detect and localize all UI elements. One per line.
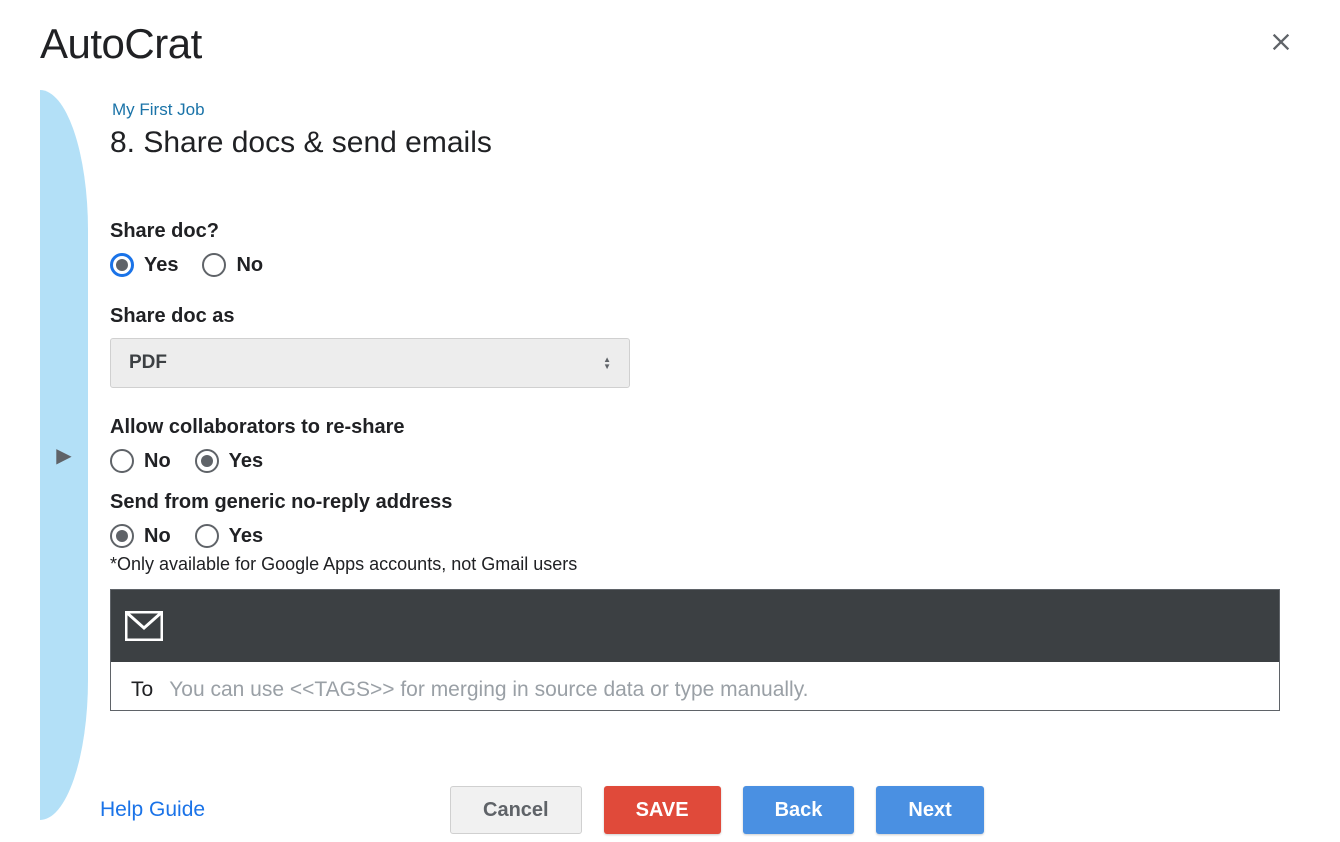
- breadcrumb-job-name: My First Job: [112, 100, 1300, 120]
- back-button[interactable]: Back: [743, 786, 855, 834]
- generic-noreply-yes-label: Yes: [229, 525, 263, 548]
- generic-noreply-no-radio[interactable]: [110, 524, 134, 548]
- help-guide-link[interactable]: Help Guide: [100, 798, 205, 822]
- email-composer: To You can use <<TAGS>> for merging in s…: [110, 589, 1280, 711]
- generic-noreply-hint: *Only available for Google Apps accounts…: [110, 554, 1300, 575]
- sidebar-expand-tab[interactable]: ▶: [40, 90, 88, 820]
- envelope-icon: [125, 611, 163, 641]
- share-doc-no-label: No: [236, 254, 263, 277]
- allow-reshare-yes-label: Yes: [229, 450, 263, 473]
- save-button[interactable]: SAVE: [604, 786, 721, 834]
- email-to-label: To: [131, 678, 153, 702]
- select-arrows-icon: ▲▼: [603, 356, 611, 370]
- share-doc-as-select[interactable]: PDF ▲▼: [110, 338, 630, 388]
- cancel-button[interactable]: Cancel: [450, 786, 582, 834]
- app-title: AutoCrat: [40, 20, 202, 68]
- next-button[interactable]: Next: [876, 786, 983, 834]
- share-doc-yes-label: Yes: [144, 254, 178, 277]
- email-to-input[interactable]: You can use <<TAGS>> for merging in sour…: [169, 678, 808, 702]
- share-doc-no-radio[interactable]: [202, 253, 226, 277]
- close-icon[interactable]: [1262, 22, 1300, 66]
- share-doc-yes-radio[interactable]: [110, 253, 134, 277]
- share-doc-as-value: PDF: [129, 352, 167, 374]
- step-title: 8. Share docs & send emails: [110, 126, 1300, 160]
- chevron-right-icon: ▶: [56, 443, 71, 468]
- email-header: [111, 590, 1279, 662]
- allow-reshare-no-radio[interactable]: [110, 449, 134, 473]
- generic-noreply-no-label: No: [144, 525, 171, 548]
- generic-noreply-label: Send from generic no-reply address: [110, 491, 1300, 514]
- share-doc-label: Share doc?: [110, 220, 1300, 243]
- allow-reshare-no-label: No: [144, 450, 171, 473]
- generic-noreply-yes-radio[interactable]: [195, 524, 219, 548]
- allow-reshare-label: Allow collaborators to re-share: [110, 416, 1300, 439]
- share-doc-as-label: Share doc as: [110, 305, 1300, 328]
- allow-reshare-yes-radio[interactable]: [195, 449, 219, 473]
